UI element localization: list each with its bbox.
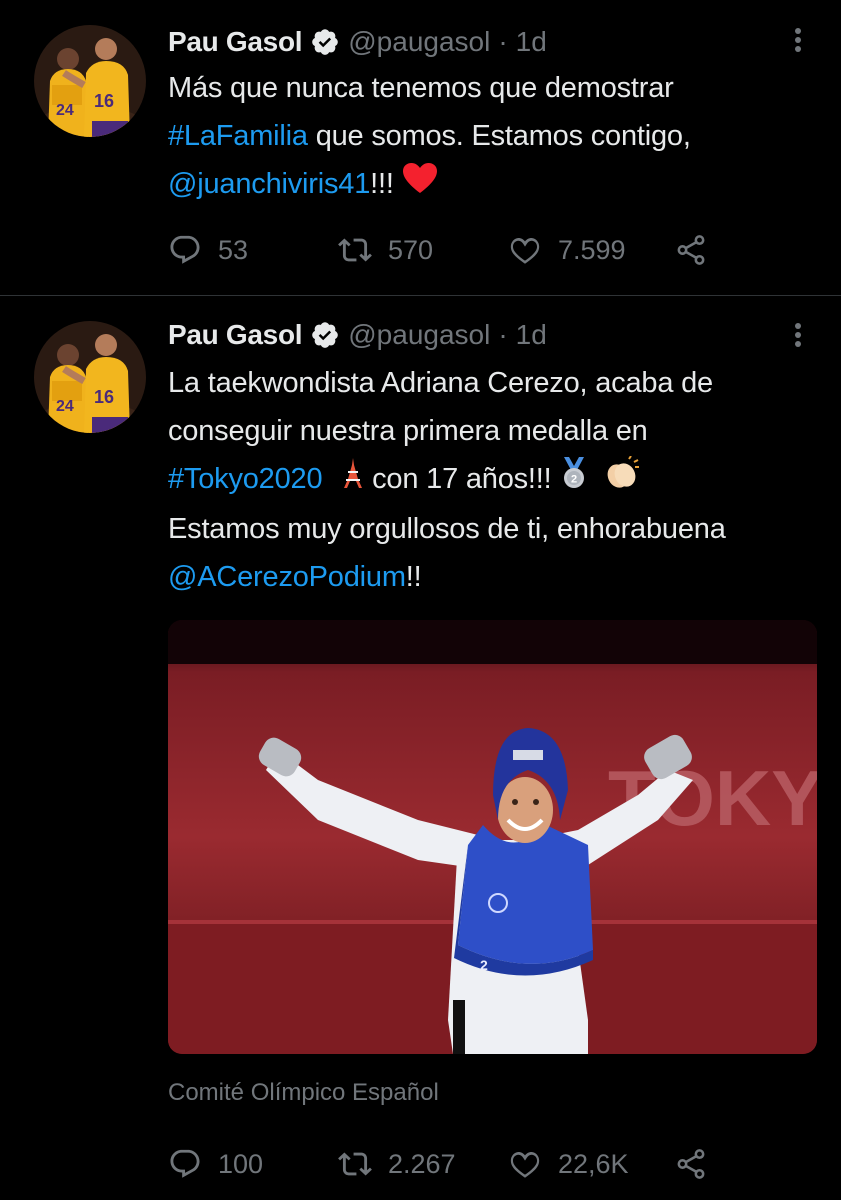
tweet-text-line: conseguir nuestra primera medalla en	[168, 415, 648, 447]
tweet[interactable]: 24 16 Pau Gasol @paugasol · 1d Más que n…	[0, 0, 841, 296]
retweet-icon	[338, 238, 372, 262]
tweet-text: La taekwondista Adriana Cerezo, acaba de…	[168, 359, 808, 601]
like-count: 7.599	[558, 234, 626, 265]
like-icon	[510, 237, 540, 264]
tweet-actions: 100 2.267 22,6K	[168, 1144, 808, 1184]
reply-count: 100	[218, 1148, 264, 1179]
hashtag-link[interactable]: #Tokyo2020	[168, 463, 323, 495]
clapping-hands-icon	[603, 455, 640, 505]
reply-icon	[170, 235, 200, 264]
share-button[interactable]	[674, 230, 724, 270]
svg-text:24: 24	[56, 102, 74, 119]
tweet-header: Pau Gasol @paugasol · 1d	[168, 315, 547, 355]
svg-text:2: 2	[571, 473, 577, 485]
tweet-text-segment: !!	[405, 560, 422, 593]
hashtag-link[interactable]: #LaFamilia	[168, 120, 308, 152]
tokyo-tower-icon	[342, 456, 364, 504]
avatar[interactable]: 24 16	[34, 25, 146, 137]
tweet-text-segment: que somos. Estamos contigo,	[307, 120, 691, 152]
retweet-icon	[338, 1152, 372, 1176]
like-button[interactable]: 22,6K	[508, 1144, 629, 1184]
tweet-text-segment: !!!	[370, 168, 394, 200]
tweet-text: Más que nunca tenemos que demostrar #LaF…	[168, 64, 808, 209]
mention-link[interactable]: @juanchiviris41	[168, 168, 370, 200]
svg-text:16: 16	[94, 387, 114, 407]
tweet-text-segment: con 17 años!!!	[364, 463, 552, 495]
tweet-text-line: La taekwondista Adriana Cerezo, acaba de	[168, 367, 713, 399]
red-heart-icon	[402, 161, 438, 209]
retweet-button[interactable]: 2.267	[338, 1144, 456, 1184]
timestamp[interactable]: 1d	[516, 319, 547, 351]
reply-icon	[170, 1149, 200, 1178]
share-button[interactable]	[674, 1144, 724, 1184]
author-name[interactable]: Pau Gasol	[168, 26, 303, 58]
reply-button[interactable]: 100	[168, 1144, 263, 1184]
timestamp[interactable]: 1d	[516, 26, 547, 58]
reply-button[interactable]: 53	[168, 230, 248, 270]
separator: ·	[498, 319, 508, 350]
svg-text:24: 24	[56, 398, 74, 415]
more-icon[interactable]	[786, 319, 810, 351]
tweet-text-line: Más que nunca tenemos que demostrar	[168, 72, 674, 104]
verified-badge-icon	[310, 320, 340, 350]
share-icon	[677, 1149, 705, 1179]
tweet-photo[interactable]: TOKYO 2	[168, 620, 817, 1054]
author-handle[interactable]: @paugasol	[348, 319, 490, 351]
mention-link[interactable]: @ACerezoPodium	[168, 561, 406, 593]
media-source[interactable]: Comité Olímpico Español	[168, 1079, 439, 1107]
avatar[interactable]: 24 16	[34, 321, 146, 433]
bib-number: 2	[480, 957, 488, 973]
more-icon[interactable]	[786, 24, 810, 56]
reply-count: 53	[218, 234, 249, 265]
silver-medal-icon: 2	[559, 456, 589, 505]
share-icon	[677, 235, 705, 265]
tweet-text-line: Estamos muy orgullosos de ti, enhorabuen…	[168, 512, 726, 545]
tweet-header: Pau Gasol @paugasol · 1d	[168, 22, 547, 62]
author-name[interactable]: Pau Gasol	[168, 319, 303, 351]
tweet-actions: 53 570 7.599	[168, 230, 808, 270]
like-icon	[510, 1151, 540, 1178]
like-button[interactable]: 7.599	[508, 230, 626, 270]
retweet-count: 2.267	[388, 1148, 456, 1179]
separator: ·	[498, 26, 508, 57]
retweet-count: 570	[388, 234, 434, 265]
like-count: 22,6K	[558, 1148, 629, 1179]
author-handle[interactable]: @paugasol	[348, 26, 490, 58]
svg-text:16: 16	[94, 91, 114, 111]
divider	[0, 295, 841, 296]
retweet-button[interactable]: 570	[338, 230, 433, 270]
tweet[interactable]: 24 16 Pau Gasol @paugasol · 1d La taekwo…	[0, 297, 841, 1200]
verified-badge-icon	[310, 27, 340, 57]
